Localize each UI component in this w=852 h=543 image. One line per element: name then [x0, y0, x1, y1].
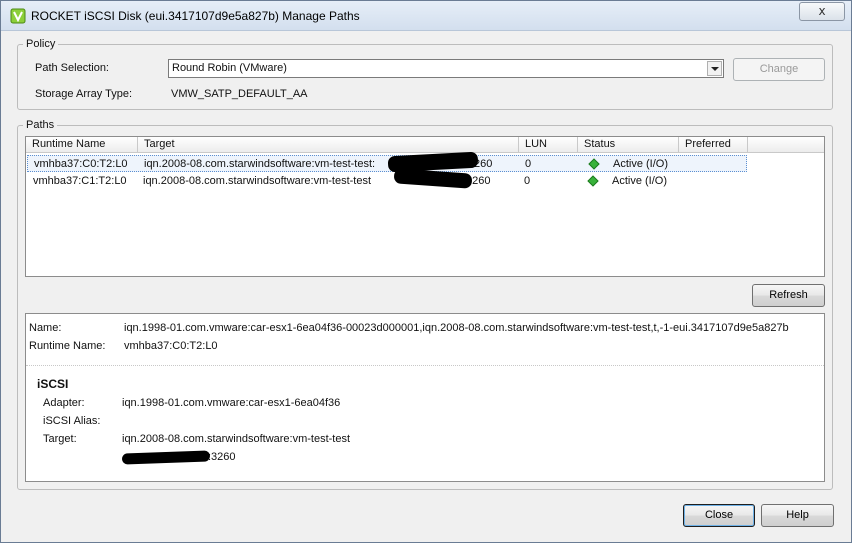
paths-table: Runtime Name Target LUN Status Preferred… [25, 136, 825, 277]
target-address-suffix: :3260 [208, 451, 236, 463]
table-row[interactable]: vmhba37:C1:T2:L0 iqn.2008-08.com.starwin… [27, 173, 747, 190]
iscsi-alias-label: iSCSI Alias: [43, 415, 101, 427]
column-header-target[interactable]: Target [138, 137, 519, 153]
redaction-mark [121, 450, 211, 465]
lun-cell: 0 [525, 158, 532, 170]
column-header-runtime-name[interactable]: Runtime Name [26, 137, 138, 153]
manage-paths-dialog: ROCKET iSCSI Disk (eui.3417107d9e5a827b)… [0, 0, 852, 543]
window-title: ROCKET iSCSI Disk (eui.3417107d9e5a827b)… [31, 9, 360, 23]
adapter-label: Adapter: [43, 397, 85, 409]
path-details-panel: Name: iqn.1998-01.com.vmware:car-esx1-6e… [25, 313, 825, 482]
policy-legend: Policy [26, 38, 56, 50]
refresh-button[interactable]: Refresh [752, 284, 825, 307]
runtime-name-cell: vmhba37:C1:T2:L0 [33, 175, 127, 187]
path-selection-label: Path Selection: [35, 62, 109, 74]
target-value: iqn.2008-08.com.starwindsoftware:vm-test… [122, 433, 351, 445]
close-icon: x [818, 4, 826, 18]
runtime-name-label: Runtime Name: [29, 340, 106, 352]
title-bar[interactable]: ROCKET iSCSI Disk (eui.3417107d9e5a827b)… [1, 1, 851, 31]
column-header-preferred[interactable]: Preferred [679, 137, 748, 153]
column-header-lun[interactable]: LUN [519, 137, 578, 153]
column-header-filler [748, 137, 824, 153]
status-cell: Active (I/O) [612, 175, 668, 187]
change-button[interactable]: Change [733, 58, 825, 81]
table-row[interactable]: vmhba37:C0:T2:L0 iqn.2008-08.com.starwin… [27, 155, 747, 172]
details-divider [26, 365, 824, 366]
target-cell: iqn.2008-08.com.starwindsoftware:vm-test… [144, 158, 376, 170]
chevron-down-icon[interactable] [707, 61, 722, 76]
help-button[interactable]: Help [761, 504, 834, 527]
column-header-status[interactable]: Status [578, 137, 679, 153]
active-status-icon [588, 158, 600, 170]
name-label: Name: [29, 322, 62, 334]
storage-array-type-value: VMW_SATP_DEFAULT_AA [171, 88, 308, 100]
target-cell: iqn.2008-08.com.starwindsoftware:vm-test… [143, 175, 372, 187]
status-cell: Active (I/O) [613, 158, 669, 170]
adapter-value: iqn.1998-01.com.vmware:car-esx1-6ea04f36 [122, 397, 341, 409]
path-selection-dropdown[interactable]: Round Robin (VMware) [168, 59, 724, 78]
path-selection-value: Round Robin (VMware) [172, 62, 287, 74]
vsphere-app-icon [10, 8, 26, 24]
target-label: Target: [43, 433, 77, 445]
runtime-name-value: vmhba37:C0:T2:L0 [124, 340, 218, 352]
close-button[interactable]: Close [683, 504, 755, 527]
name-value: iqn.1998-01.com.vmware:car-esx1-6ea04f36… [124, 322, 789, 334]
storage-array-type-label: Storage Array Type: [35, 88, 133, 100]
active-status-icon [587, 175, 599, 187]
paths-legend: Paths [26, 119, 55, 131]
runtime-name-cell: vmhba37:C0:T2:L0 [34, 158, 128, 170]
lun-cell: 0 [524, 175, 531, 187]
iscsi-section-heading: iSCSI [37, 377, 69, 391]
window-close-button[interactable]: x [799, 2, 845, 21]
